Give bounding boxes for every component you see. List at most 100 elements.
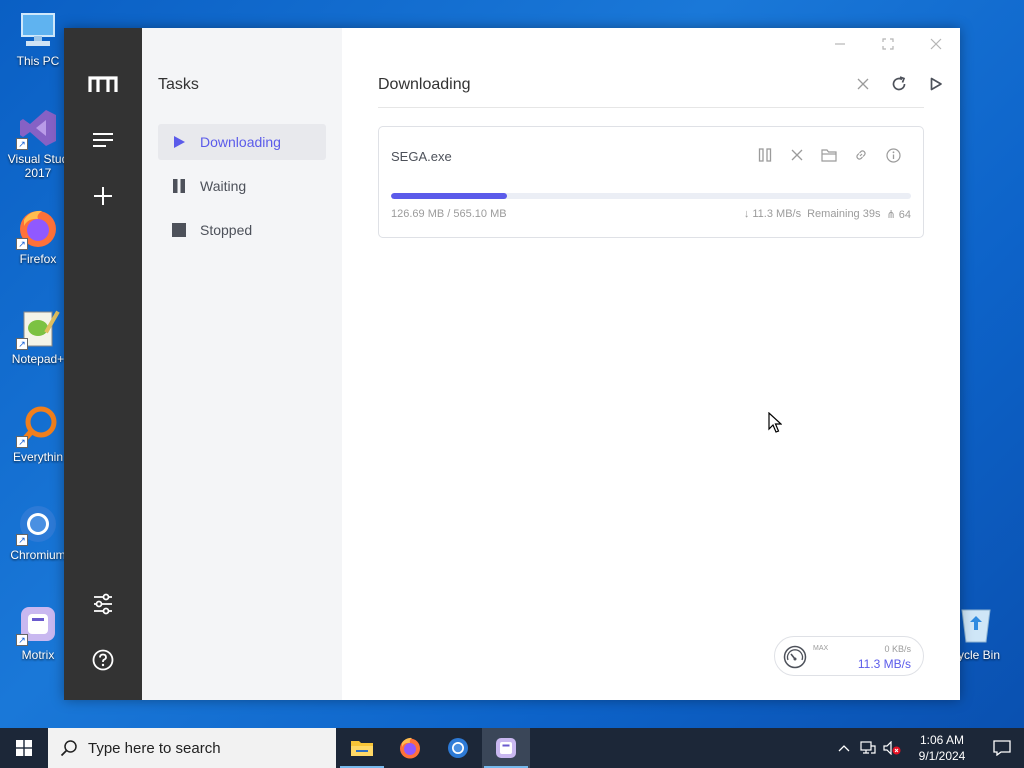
- upload-speed: 0 KB/s: [884, 644, 911, 654]
- notification-icon: [993, 740, 1011, 756]
- task-connections-count: 64: [898, 209, 911, 221]
- task-progress-bar: [391, 193, 911, 199]
- search-placeholder: Type here to search: [88, 739, 221, 757]
- volume-muted-icon[interactable]: [880, 741, 904, 755]
- nav-item-waiting[interactable]: Waiting: [158, 168, 326, 204]
- refresh-button[interactable]: [887, 72, 911, 96]
- task-subnav: Tasks Downloading Waiting Stopped: [142, 28, 342, 700]
- task-info-button[interactable]: [883, 145, 903, 165]
- shortcut-arrow-icon: ↗: [16, 436, 28, 448]
- taskbar-chromium[interactable]: [434, 728, 482, 768]
- header-divider: [378, 107, 924, 108]
- sliders-icon: [94, 593, 112, 615]
- start-button[interactable]: [0, 728, 48, 768]
- link-icon: [856, 150, 866, 160]
- app-rail: [64, 28, 142, 700]
- show-hidden-icons-button[interactable]: [832, 744, 856, 752]
- everything-icon: ↗: [16, 404, 60, 448]
- close-window-button[interactable]: [922, 32, 950, 56]
- shortcut-arrow-icon: ↗: [16, 634, 28, 646]
- taskbar-file-explorer[interactable]: [338, 728, 386, 768]
- play-outline-icon: [930, 77, 942, 91]
- settings-button[interactable]: [83, 584, 123, 624]
- taskbar: Type here to search 1:06 AM 9/1/2024: [0, 728, 1024, 768]
- task-progress-fill: [391, 193, 508, 199]
- task-stats: ↓ 11.3 MB/s Remaining 39s ⋔ 64: [744, 208, 911, 221]
- motrix-window: Tasks Downloading Waiting Stopped Downlo…: [64, 28, 960, 700]
- refresh-icon: [892, 76, 906, 91]
- speedometer[interactable]: MAX 0 KB/s 11.3 MB/s: [774, 636, 924, 676]
- plus-icon: [94, 187, 112, 205]
- page-title: Downloading: [378, 76, 471, 93]
- shortcut-arrow-icon: ↗: [16, 138, 28, 150]
- download-speed: 11.3 MB/s: [857, 657, 911, 671]
- firefox-icon: [400, 737, 420, 759]
- folder-icon: [351, 741, 373, 756]
- nav-item-stopped[interactable]: Stopped: [158, 212, 326, 248]
- folder-icon: [821, 149, 837, 162]
- nav-item-label: Downloading: [200, 134, 281, 150]
- chromium-icon: [448, 738, 468, 758]
- chevron-up-icon: [838, 745, 850, 752]
- system-tray: 1:06 AM 9/1/2024: [832, 728, 1024, 768]
- action-center-button[interactable]: [980, 740, 1024, 756]
- resume-all-button[interactable]: [924, 72, 948, 96]
- menu-icon[interactable]: [83, 120, 123, 160]
- recycle-bin-icon: [954, 602, 998, 646]
- windows-logo-icon: [16, 740, 32, 756]
- task-actions: [755, 145, 903, 165]
- task-delete-button[interactable]: [787, 145, 807, 165]
- shortcut-arrow-icon: ↗: [16, 238, 28, 250]
- taskbar-motrix[interactable]: [482, 728, 530, 768]
- stop-icon: [158, 223, 200, 237]
- nav-item-label: Waiting: [200, 178, 247, 194]
- nav-item-downloading[interactable]: Downloading: [158, 124, 326, 160]
- maximize-button[interactable]: [874, 32, 902, 56]
- help-icon: [92, 649, 114, 671]
- speedometer-icon: [783, 645, 807, 674]
- subnav-title: Tasks: [158, 76, 199, 93]
- task-copy-link-button[interactable]: [851, 145, 871, 165]
- clock-date: 9/1/2024: [918, 749, 966, 763]
- close-icon: [857, 78, 869, 90]
- pause-icon: [158, 179, 200, 193]
- task-pause-button[interactable]: [755, 145, 775, 165]
- taskbar-search-box[interactable]: Type here to search: [48, 728, 336, 768]
- task-size: 126.69 MB / 565.10 MB: [391, 208, 507, 220]
- task-item[interactable]: SEGA.exe 126.69 MB / 565.10 MB ↓ 11.3 MB…: [378, 126, 924, 238]
- app-logo[interactable]: [83, 64, 123, 104]
- desktop-icon-label: cycle Bin: [952, 648, 1001, 662]
- connections-icon: ⋔: [886, 209, 896, 221]
- clock[interactable]: 1:06 AM 9/1/2024: [904, 732, 980, 764]
- delete-all-button[interactable]: [851, 72, 875, 96]
- play-icon: [158, 135, 200, 149]
- motrix-icon: [496, 738, 516, 758]
- close-icon: [791, 149, 803, 161]
- shortcut-arrow-icon: ↗: [16, 338, 28, 350]
- search-icon: [60, 740, 77, 757]
- main-panel: Downloading SEGA.exe 126.69 MB / 565.10 …: [342, 28, 960, 700]
- mouse-cursor-icon: [768, 411, 783, 439]
- network-icon[interactable]: [856, 741, 880, 755]
- shortcut-arrow-icon: ↗: [16, 534, 28, 546]
- info-icon: [885, 147, 901, 163]
- pause-outline-icon: [758, 148, 772, 162]
- desktop-icon-recycle-bin[interactable]: cycle Bin: [952, 602, 1024, 662]
- notepadpp-icon: ↗: [16, 306, 60, 350]
- task-open-folder-button[interactable]: [819, 145, 839, 165]
- task-remaining: Remaining 39s: [807, 208, 881, 220]
- minimize-button[interactable]: [826, 32, 854, 56]
- firefox-icon: ↗: [16, 206, 60, 250]
- add-task-button[interactable]: [83, 176, 123, 216]
- taskbar-firefox[interactable]: [386, 728, 434, 768]
- computer-icon: [16, 8, 60, 52]
- task-connections: ⋔ 64: [886, 208, 911, 221]
- chromium-icon: ↗: [16, 502, 60, 546]
- task-name: SEGA.exe: [391, 149, 452, 164]
- clock-time: 1:06 AM: [919, 733, 965, 747]
- nav-item-label: Stopped: [200, 222, 253, 238]
- help-button[interactable]: [83, 640, 123, 680]
- speed-limit-mode: MAX: [813, 645, 829, 652]
- visual-studio-icon: ↗: [16, 106, 60, 150]
- task-speed: ↓ 11.3 MB/s: [743, 208, 802, 220]
